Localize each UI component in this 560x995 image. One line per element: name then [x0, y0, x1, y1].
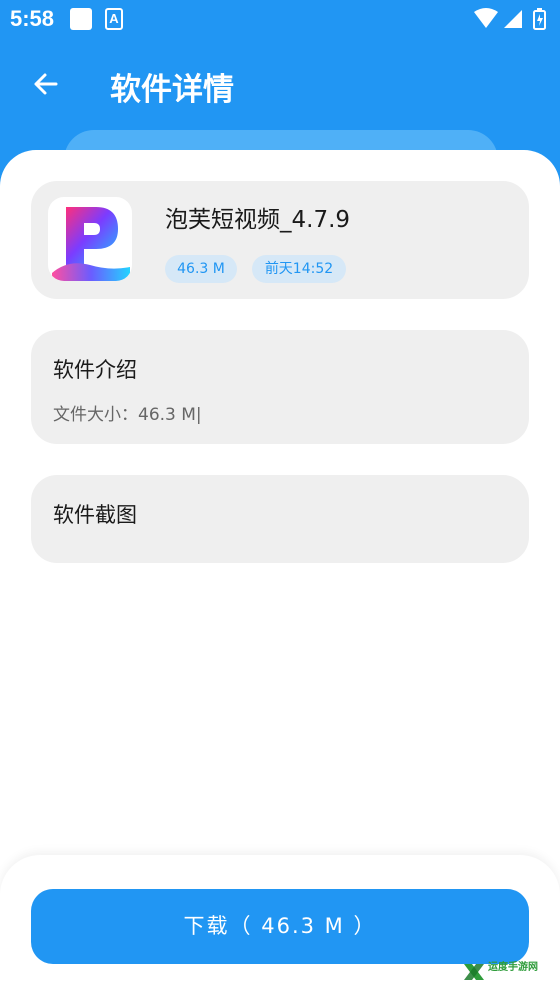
font-a-icon: A	[105, 8, 123, 30]
signal-icon	[504, 10, 522, 28]
arrow-left-icon[interactable]	[26, 64, 66, 104]
size-badge: 46.3 M	[165, 255, 237, 283]
status-bar: 5:58 A	[0, 0, 560, 38]
intro-body: 文件大小：46.3 M|	[53, 405, 202, 425]
intro-title: 软件介绍	[53, 358, 137, 382]
watermark-logo-icon	[462, 960, 486, 984]
app-logo-icon	[48, 197, 132, 281]
watermark-text: 运度手游网	[488, 962, 538, 973]
page-title: 软件详情	[110, 72, 234, 108]
download-button[interactable]: 下载（ 46.3 M ）	[31, 889, 529, 964]
wifi-icon	[474, 8, 498, 28]
app-info-card: 泡芙短视频_4.7.9 46.3 M 前天14:52	[31, 181, 529, 299]
square-icon	[70, 8, 92, 30]
screenshots-title: 软件截图	[53, 503, 137, 527]
intro-card: 软件介绍 文件大小：46.3 M|	[31, 330, 529, 444]
battery-icon	[533, 8, 546, 30]
screenshots-card: 软件截图	[31, 475, 529, 563]
app-name: 泡芙短视频_4.7.9	[165, 207, 351, 233]
date-badge: 前天14:52	[252, 255, 346, 283]
status-right-icons	[474, 8, 552, 30]
status-time: 5:58	[10, 6, 55, 31]
